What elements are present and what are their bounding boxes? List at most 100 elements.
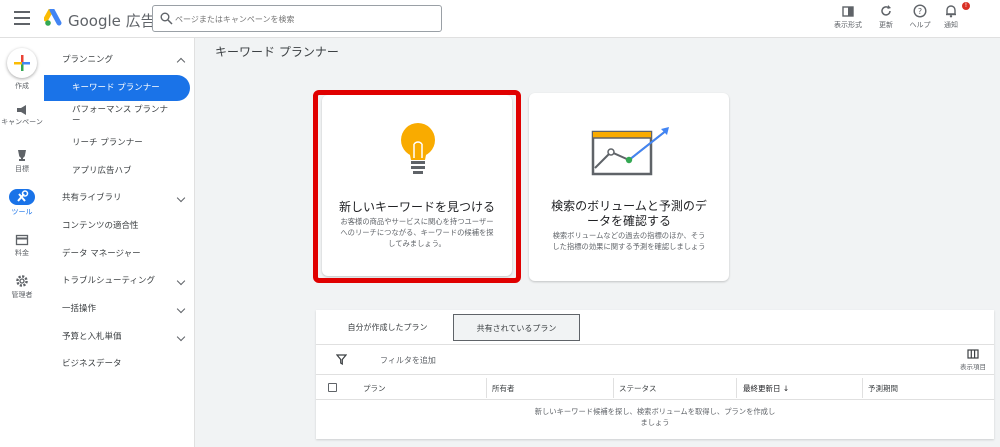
plans-panel: 自分が作成したプラン 共有されているプラン フィルタを追加 表示項目 プラン 所… [316, 310, 994, 439]
top-bar: Google 広告 表示形式 更新 ? ヘルプ 通知 ! [0, 0, 1000, 38]
filter-bar: フィルタを追加 表示項目 [316, 344, 994, 374]
refresh-label: 更新 [879, 21, 893, 29]
column-divider [486, 378, 487, 398]
rail-item-create[interactable]: 作成 [0, 48, 44, 91]
refresh-button[interactable]: 更新 [872, 4, 900, 30]
column-header-forecast-period[interactable]: 予測期間 [868, 383, 898, 394]
nav-item-performance-planner[interactable]: パフォーマンス プランナー [44, 101, 194, 131]
nav-label-bulk-actions: 一括操作 [62, 304, 97, 314]
empty-state-line-1: 新しいキーワード候補を探し、検索ボリュームを取得し、プランを作成し [534, 407, 776, 416]
nav-section-troubleshooting[interactable]: トラブルシューティング [44, 268, 194, 294]
notifications-label: 通知 [944, 21, 958, 29]
column-header-status[interactable]: ステータス [619, 383, 657, 394]
empty-state-line-2: ましょう [640, 418, 670, 427]
nav-label-troubleshooting: トラブルシューティング [62, 276, 155, 286]
plans-table-header: プラン 所有者 ステータス 最終更新日 ↓ 予測期間 [316, 374, 994, 400]
nav-item-app-hub[interactable]: アプリ広告ハブ [44, 158, 194, 184]
appearance-label: 表示形式 [834, 21, 862, 29]
chevron-down-icon [176, 304, 186, 314]
nav-label-reach-planner: リーチ プランナー [72, 138, 143, 148]
forecast-desc: 検索ボリュームなどの過去の指標のほか、そう した指標の効果に関する予測を確認しま… [529, 230, 729, 252]
nav-section-bulk-actions[interactable]: 一括操作 [44, 296, 194, 322]
create-button[interactable] [7, 48, 37, 78]
svg-text:?: ? [918, 7, 922, 16]
nav-label-app-hub: アプリ広告ハブ [72, 166, 132, 176]
brand-name: Google 広告 [68, 12, 156, 30]
column-divider [613, 378, 614, 398]
nav-section-planning[interactable]: プランニング [44, 47, 194, 73]
column-divider [862, 378, 863, 398]
column-header-last-modified[interactable]: 最終更新日 ↓ [743, 383, 789, 394]
nav-item-keyword-planner[interactable]: キーワード プランナー [44, 75, 190, 101]
notification-badge: ! [962, 2, 970, 10]
column-divider [736, 378, 737, 398]
rail-label-admin: 管理者 [11, 291, 33, 299]
rail-item-goals[interactable]: 目標 [0, 148, 44, 174]
tools-nav: プランニング キーワード プランナー パフォーマンス プランナー リーチ プラン… [44, 38, 195, 447]
forecast-desc-line-2: した指標の効果に関する予測を確認しましょう [552, 242, 706, 251]
google-ads-logo[interactable] [44, 9, 64, 27]
tools-pill [9, 189, 35, 205]
sort-arrow-icon: ↓ [782, 384, 790, 393]
trophy-icon [18, 150, 26, 161]
nav-item-data-manager[interactable]: データ マネージャー [44, 241, 194, 267]
forecast-title: 検索のボリュームと予測のデ ータを確認する [529, 199, 729, 229]
columns-label: 表示項目 [960, 363, 986, 371]
chevron-down-icon [176, 276, 186, 286]
view-format-icon [842, 6, 854, 17]
empty-state-message: 新しいキーワード候補を探し、検索ボリュームを取得し、プランを作成し ましょう [316, 406, 994, 428]
nav-section-budgets-bids[interactable]: 予算と入札単価 [44, 324, 194, 350]
appearance-button[interactable]: 表示形式 [832, 4, 864, 30]
plus-icon [14, 55, 30, 71]
rail-label-create: 作成 [15, 82, 29, 90]
forecast-desc-line-1: 検索ボリュームなどの過去の指標のほか、そう [552, 231, 706, 240]
tab-shared-plans[interactable]: 共有されているプラン [453, 314, 580, 341]
column-header-owner[interactable]: 所有者 [492, 383, 515, 394]
refresh-icon [881, 5, 891, 16]
help-icon: ? [913, 4, 927, 18]
help-label: ヘルプ [909, 21, 931, 29]
nav-label-keyword-planner: キーワード プランナー [72, 83, 160, 93]
nav-section-shared-library[interactable]: 共有ライブラリ [44, 185, 194, 211]
nav-label-business-data: ビジネスデータ [62, 359, 122, 369]
tab-my-plans[interactable]: 自分が作成したプラン [320, 314, 455, 341]
notifications-button[interactable]: 通知 [940, 4, 962, 30]
chevron-up-icon [176, 57, 186, 67]
rail-label-campaigns: キャンペーン [1, 118, 43, 126]
rail-item-billing[interactable]: 料金 [0, 234, 44, 258]
help-button[interactable]: ? ヘルプ [906, 4, 934, 30]
rail-label-goals: 目標 [15, 165, 29, 173]
columns-button[interactable]: 表示項目 [956, 349, 990, 371]
page-title: キーワード プランナー [215, 45, 339, 59]
nav-item-reach-planner[interactable]: リーチ プランナー [44, 130, 194, 156]
nav-label-shared-library: 共有ライブラリ [62, 193, 122, 203]
nav-label-content-suitability: コンテンツの適合性 [62, 221, 139, 231]
nav-item-business-data[interactable]: ビジネスデータ [44, 351, 194, 377]
rail-label-billing: 料金 [15, 249, 29, 257]
forecast-title-line-2: ータを確認する [586, 214, 671, 228]
bell-icon [946, 5, 956, 18]
credit-card-icon [15, 234, 29, 246]
forecast-card[interactable]: 検索のボリュームと予測のデ ータを確認する 検索ボリュームなどの過去の指標のほか… [529, 93, 729, 281]
nav-label-planning: プランニング [62, 55, 114, 65]
column-header-plan[interactable]: プラン [363, 383, 386, 394]
rail-item-campaigns[interactable]: キャンペーン [0, 104, 44, 127]
left-rail: 作成 キャンペーン 目標 ツール 料金 管理者 [0, 38, 44, 447]
rail-item-tools[interactable]: ツール [0, 189, 44, 217]
search-box[interactable] [152, 5, 442, 32]
settings-icon [16, 275, 28, 287]
chevron-down-icon [176, 193, 186, 203]
search-icon [160, 12, 173, 25]
wrench-icon [17, 190, 29, 202]
forecast-chart-icon [591, 127, 669, 176]
select-all-checkbox[interactable] [328, 383, 337, 392]
forecast-title-line-1: 検索のボリュームと予測のデ [551, 199, 707, 213]
rail-item-admin[interactable]: 管理者 [0, 274, 44, 300]
menu-icon[interactable] [14, 11, 30, 25]
columns-icon [967, 349, 979, 359]
rail-label-tools: ツール [11, 208, 33, 216]
add-filter-button[interactable]: フィルタを追加 [380, 355, 436, 366]
nav-item-content-suitability[interactable]: コンテンツの適合性 [44, 213, 194, 239]
search-input[interactable] [175, 10, 435, 28]
filter-icon[interactable] [336, 354, 347, 365]
